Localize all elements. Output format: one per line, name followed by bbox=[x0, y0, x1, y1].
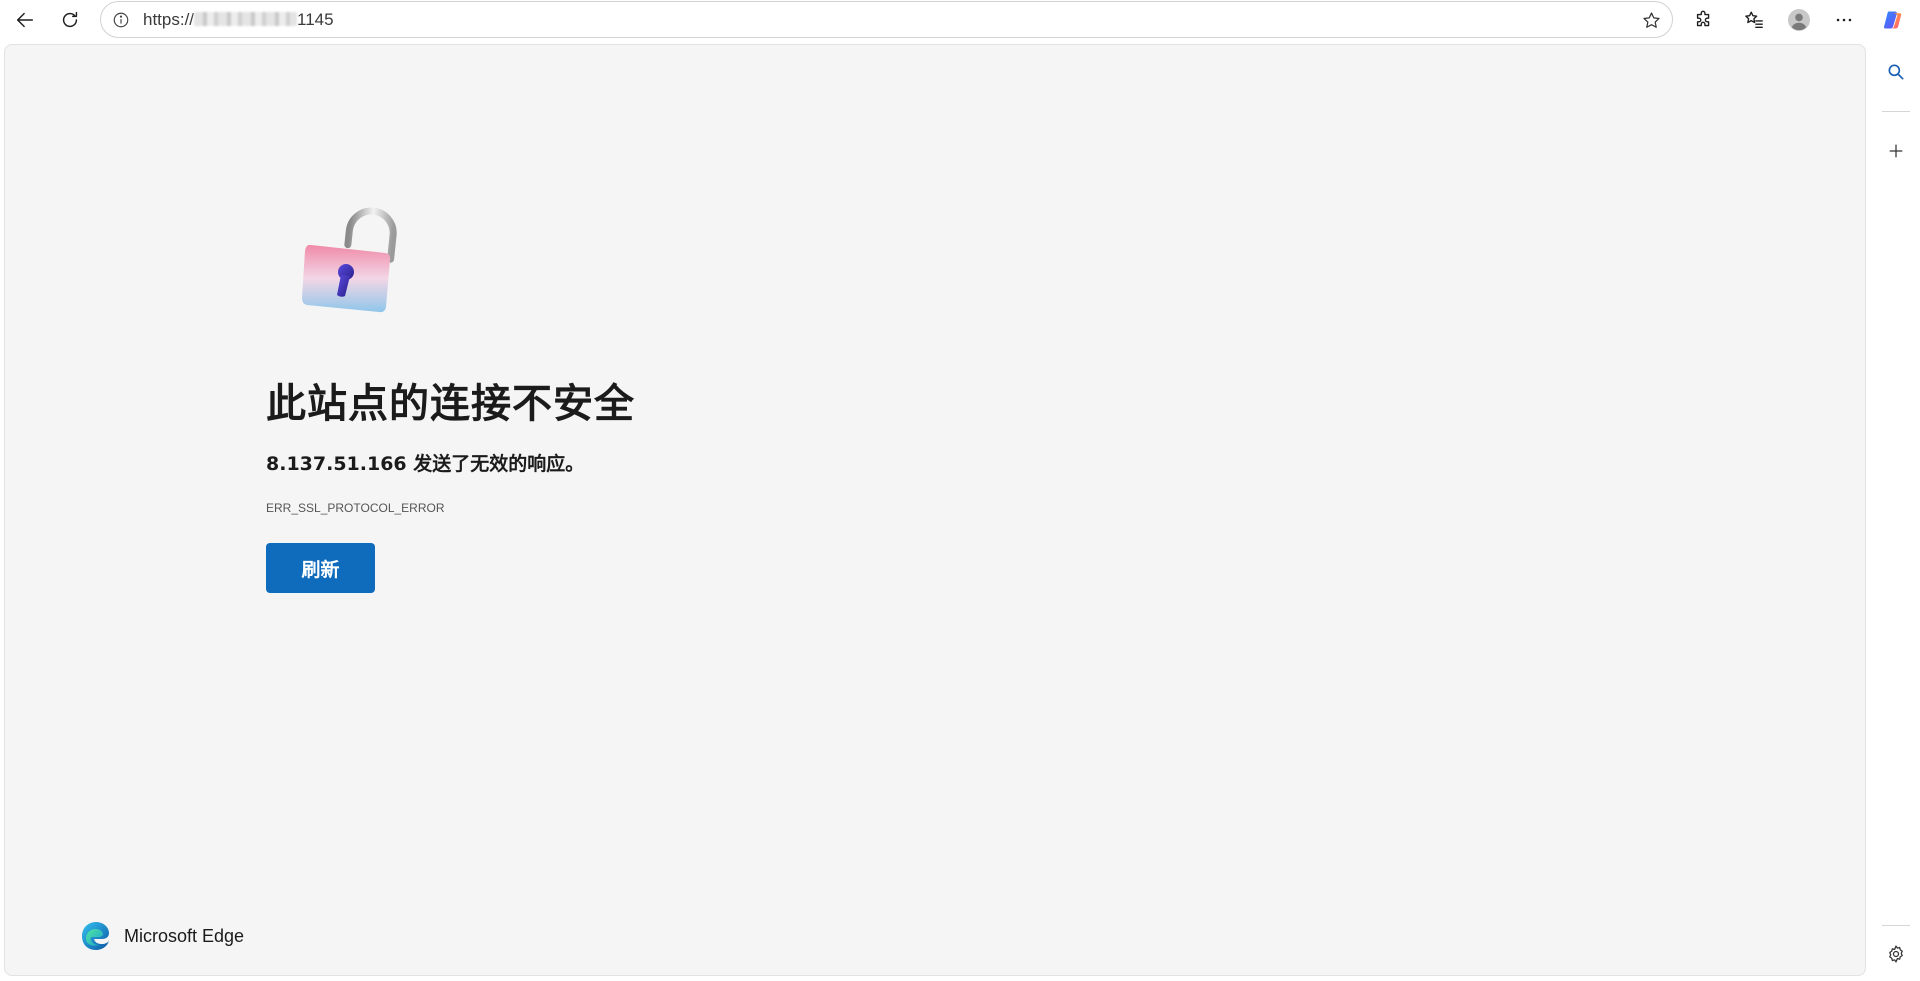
brand-name: Microsoft Edge bbox=[124, 925, 245, 946]
error-title: 此站点的连接不安全 bbox=[266, 381, 635, 427]
star-icon[interactable] bbox=[1639, 8, 1663, 32]
ellipsis-icon bbox=[1836, 18, 1852, 22]
sidebar-settings-button[interactable] bbox=[1880, 938, 1912, 970]
reload-button[interactable] bbox=[53, 3, 87, 37]
sidebar-add-button[interactable] bbox=[1880, 135, 1912, 167]
puzzle-icon bbox=[1696, 10, 1710, 27]
more-button[interactable] bbox=[1827, 3, 1861, 37]
back-arrow-icon bbox=[16, 12, 34, 28]
extensions-button[interactable] bbox=[1687, 3, 1721, 37]
browser-toolbar: https:// 1145 bbox=[0, 0, 1920, 40]
gear-icon bbox=[1889, 945, 1903, 963]
avatar-icon bbox=[1788, 9, 1810, 31]
copilot-button[interactable] bbox=[1876, 3, 1910, 37]
search-icon bbox=[1888, 64, 1904, 80]
info-icon[interactable] bbox=[111, 10, 131, 30]
favorites-list-icon bbox=[1745, 11, 1763, 29]
refresh-button[interactable]: 刷新 bbox=[266, 543, 375, 593]
back-button[interactable] bbox=[8, 3, 42, 37]
edge-branding: Microsoft Edge bbox=[80, 919, 244, 953]
url-prefix: https:// bbox=[143, 10, 195, 29]
page-viewport: 此站点的连接不安全 8.137.51.166 发送了无效的响应。 ERR_SSL… bbox=[4, 44, 1866, 976]
copilot-icon bbox=[1883, 11, 1902, 29]
url-port: 1145 bbox=[297, 10, 334, 29]
redacted-host bbox=[194, 12, 298, 27]
url-text[interactable]: https:// 1145 bbox=[143, 10, 334, 30]
edge-sidebar bbox=[1872, 40, 1920, 981]
address-bar[interactable]: https:// 1145 bbox=[100, 1, 1673, 38]
sidebar-search-button[interactable] bbox=[1880, 56, 1912, 88]
refresh-icon bbox=[62, 11, 78, 28]
edge-logo-icon bbox=[82, 922, 109, 950]
error-code: ERR_SSL_PROTOCOL_ERROR bbox=[266, 501, 445, 515]
error-description: 8.137.51.166 发送了无效的响应。 bbox=[266, 453, 585, 475]
favorites-button[interactable] bbox=[1737, 3, 1771, 37]
unlocked-padlock-icon bbox=[301, 195, 401, 325]
plus-icon bbox=[1889, 144, 1903, 158]
sidebar-divider bbox=[1882, 925, 1910, 926]
sidebar-divider bbox=[1882, 111, 1910, 112]
profile-button[interactable] bbox=[1782, 3, 1816, 37]
